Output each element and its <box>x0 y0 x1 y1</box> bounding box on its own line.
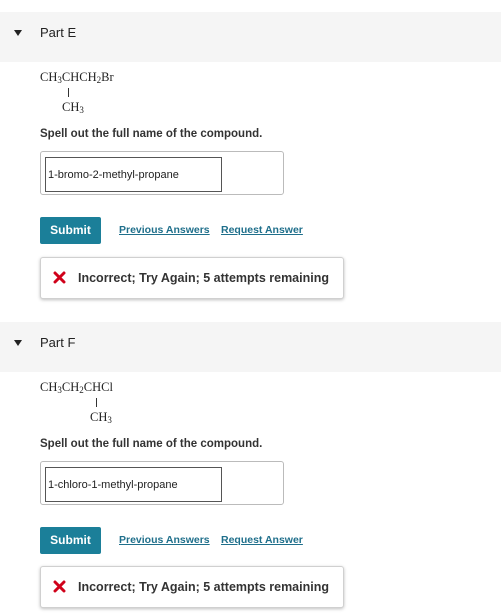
caret-down-icon[interactable] <box>14 30 22 36</box>
formula-text: CH <box>61 380 80 394</box>
part-e-answer-input[interactable] <box>45 157 222 192</box>
formula-text: CHCH <box>61 70 97 84</box>
part-f-formula: CH3CH2CHCl <box>40 380 113 395</box>
part-f-answer-input[interactable] <box>45 467 222 502</box>
part-f-prompt: Spell out the full name of the compound. <box>40 438 263 450</box>
part-e-formula: CH3CHCH2Br <box>40 70 114 85</box>
part-e-title: Part E <box>40 25 77 40</box>
formula-text: Br <box>101 70 114 84</box>
caret-down-icon[interactable] <box>14 340 22 346</box>
part-f-feedback-text: Incorrect; Try Again; 5 attempts remaini… <box>78 580 329 594</box>
formula-text: CH <box>90 410 108 424</box>
part-f-answer-box <box>40 461 284 505</box>
formula-bond-line <box>96 398 97 407</box>
part-f-title: Part F <box>40 335 76 350</box>
formula-bond-line <box>68 88 69 97</box>
part-f-request-answer-link[interactable]: Request Answer <box>221 534 303 546</box>
part-f-submit-button[interactable]: Submit <box>40 527 101 554</box>
part-e-formula-branch: CH3 <box>62 100 84 115</box>
part-f-previous-answers-link[interactable]: Previous Answers <box>119 534 210 546</box>
part-e-answer-box <box>40 151 284 195</box>
part-e-feedback: Incorrect; Try Again; 5 attempts remaini… <box>40 257 344 299</box>
formula-subscript: 3 <box>107 415 112 425</box>
x-mark-icon <box>53 580 66 593</box>
part-f-header[interactable]: Part F <box>0 322 501 372</box>
part-e-submit-button[interactable]: Submit <box>40 217 101 244</box>
formula-text: CH <box>62 100 80 114</box>
formula-text: CH <box>40 380 58 394</box>
part-e-feedback-text: Incorrect; Try Again; 5 attempts remaini… <box>78 271 329 285</box>
part-f-formula-branch: CH3 <box>90 410 112 425</box>
formula-text: CH <box>40 70 58 84</box>
part-e-prompt: Spell out the full name of the compound. <box>40 128 263 140</box>
formula-text: CHCl <box>83 380 113 394</box>
x-mark-icon <box>53 271 66 284</box>
part-e-request-answer-link[interactable]: Request Answer <box>221 224 303 236</box>
part-f-feedback: Incorrect; Try Again; 5 attempts remaini… <box>40 566 344 608</box>
part-e-header[interactable]: Part E <box>0 12 501 62</box>
formula-subscript: 3 <box>79 105 84 115</box>
part-e-previous-answers-link[interactable]: Previous Answers <box>119 224 210 236</box>
